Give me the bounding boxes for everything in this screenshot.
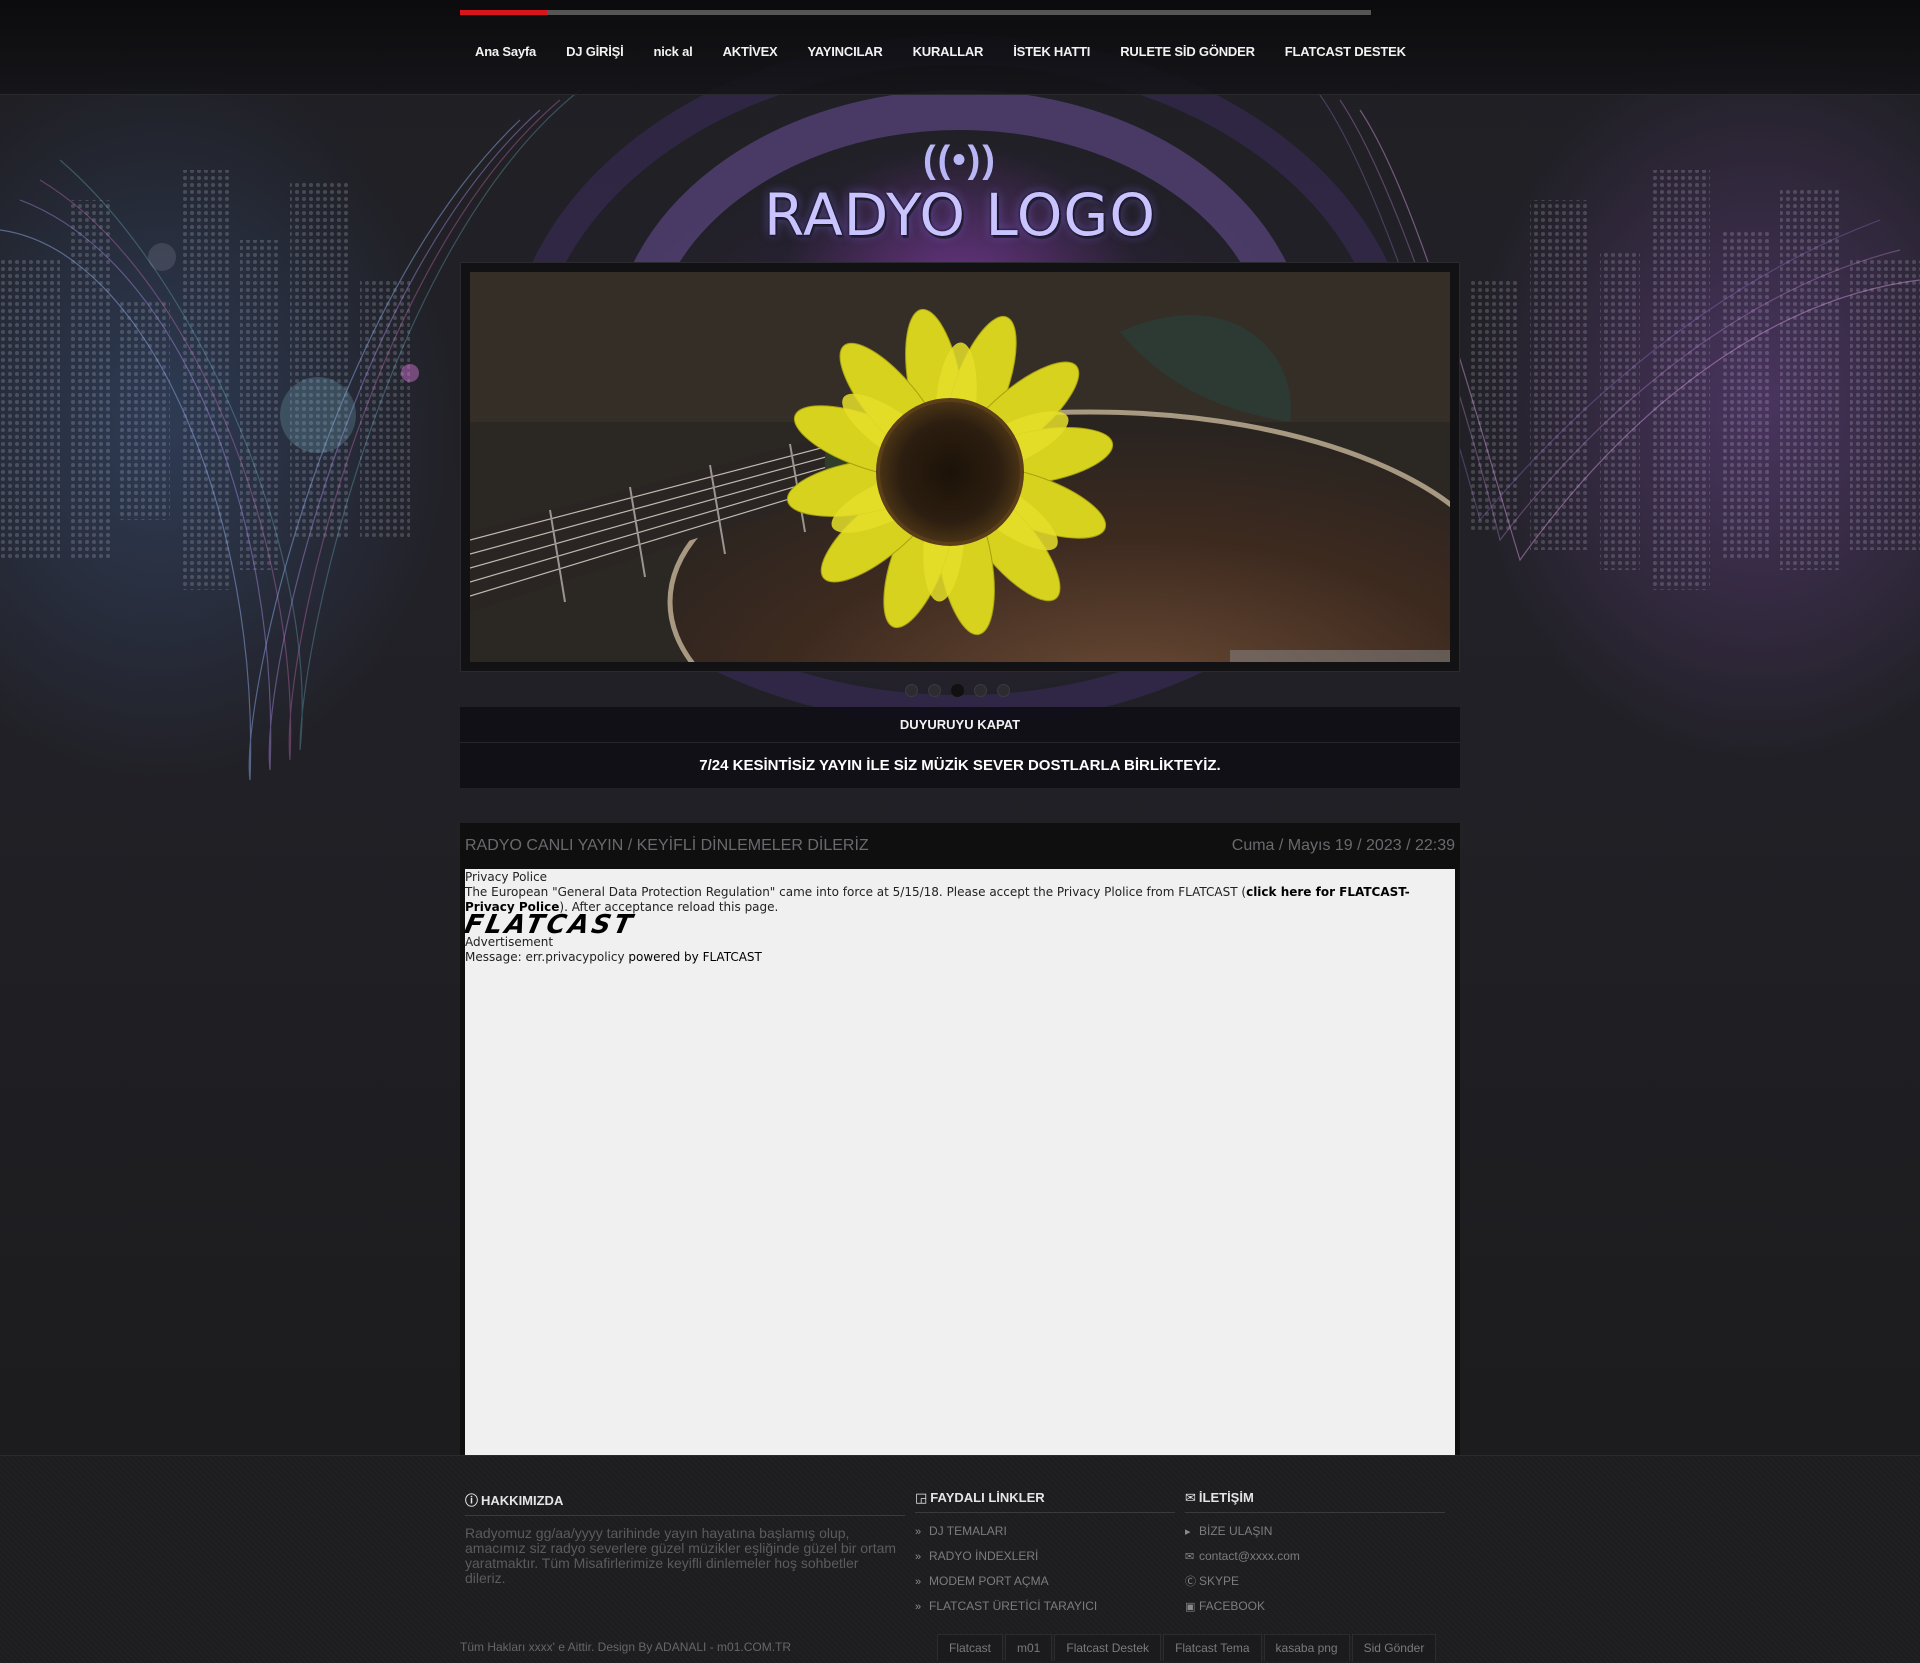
nav-item-nick-al[interactable]: nick al xyxy=(639,44,708,59)
close-announcement-button[interactable]: DUYURUYU KAPAT xyxy=(460,707,1460,743)
info-icon: ⓘ xyxy=(465,1493,479,1508)
double-chevron-icon: » xyxy=(915,1601,922,1613)
envelope-icon: ✉ xyxy=(1185,1551,1195,1563)
bottom-link-sid-gonder[interactable]: Sid Gönder xyxy=(1351,1634,1437,1661)
caret-icon: ▸ xyxy=(1185,1526,1191,1538)
error-message: Message: err.privacypolicy powered by FL… xyxy=(465,950,1455,965)
site-logo[interactable]: ((•)) RADYO LOGO xyxy=(760,140,1160,255)
contact-facebook[interactable]: ▣ FACEBOOK xyxy=(1185,1594,1445,1619)
bottom-link-m01[interactable]: m01 xyxy=(1005,1634,1053,1661)
nav-item-yayincilar[interactable]: YAYINCILAR xyxy=(793,44,898,59)
footer-bottom-links: Flatcast m01 Flatcast Destek Flatcast Te… xyxy=(937,1634,1437,1661)
error-message-text: Message: err.privacypolicy xyxy=(465,950,625,964)
main-menu: Ana Sayfa DJ GİRİŞİ nick al AKTİVEX YAYI… xyxy=(460,44,1421,59)
footer-link-label: FLATCAST ÜRETİCİ TARAYICI xyxy=(929,1599,1098,1613)
double-chevron-icon: » xyxy=(915,1576,922,1588)
slider-dot-1[interactable] xyxy=(905,684,918,697)
contact-skype[interactable]: Ⓒ SKYPE xyxy=(1185,1569,1445,1594)
privacy-notice-text: The European "General Data Protection Re… xyxy=(465,885,1247,899)
contact-label: FACEBOOK xyxy=(1199,1599,1266,1613)
useful-links-list: » DJ TEMALARI » RADYO İNDEXLERİ » MODEM POR… xyxy=(915,1519,1175,1619)
flatcast-embed-frame: Privacy Police The European "General Dat… xyxy=(462,869,1457,1469)
slider-pagination xyxy=(905,684,1010,697)
footer-about: ⓘ HAKKIMIZDA Radyomuz gg/aa/yyyy tarihind… xyxy=(465,1490,905,1586)
nav-item-istek-hatti[interactable]: İSTEK HATTI xyxy=(998,44,1105,59)
flatcast-logo[interactable]: FLATCAST xyxy=(462,910,1457,940)
copyright-text: Tüm Hakları xxxx' e Aittir. Design By AD… xyxy=(460,1640,792,1654)
contact-heading-label: İLETİŞİM xyxy=(1198,1490,1254,1505)
contact-list: ▸ BİZE ULAŞIN ✉ contact@xxxx.com Ⓒ SKYPE ▣ F… xyxy=(1185,1519,1445,1619)
powered-by-text: powered by FLATCAST xyxy=(624,950,762,964)
contact-heading: ✉ İLETİŞİM xyxy=(1185,1490,1445,1513)
double-chevron-icon: » xyxy=(915,1526,922,1538)
panel-header: RADYO CANLI YAYIN / KEYİFLİ DİNLEMELER D… xyxy=(460,823,1460,869)
nav-item-ana-sayfa[interactable]: Ana Sayfa xyxy=(460,44,551,59)
links-heading-label: FAYDALI LİNKLER xyxy=(930,1490,1045,1505)
sunflower-guitar-image xyxy=(470,272,1450,662)
slider-dot-4[interactable] xyxy=(974,684,987,697)
slider-dot-2[interactable] xyxy=(928,684,941,697)
nav-item-dj-girisi[interactable]: DJ GİRİŞİ xyxy=(551,44,638,59)
footer-link-label: DJ TEMALARI xyxy=(929,1524,1007,1538)
contact-bize-ulasin[interactable]: ▸ BİZE ULAŞIN xyxy=(1185,1519,1445,1544)
facebook-icon: ▣ xyxy=(1185,1601,1196,1613)
skype-icon: Ⓒ xyxy=(1185,1576,1196,1588)
announcement-box: DUYURUYU KAPAT 7/24 KESİNTİSİZ YAYIN İLE… xyxy=(460,707,1460,788)
about-heading-label: HAKKIMIZDA xyxy=(481,1493,564,1508)
contact-label: BİZE ULAŞIN xyxy=(1199,1524,1273,1538)
progress-bar xyxy=(460,10,1371,15)
sitemap-icon: ◲ xyxy=(915,1490,928,1505)
footer-contact: ✉ İLETİŞİM ▸ BİZE ULAŞIN ✉ contact@xxxx.com… xyxy=(1185,1490,1445,1619)
footer-link-label: RADYO İNDEXLERİ xyxy=(929,1549,1039,1563)
about-heading: ⓘ HAKKIMIZDA xyxy=(465,1490,905,1516)
nav-item-flatcast-destek[interactable]: FLATCAST DESTEK xyxy=(1270,44,1421,59)
bottom-link-flatcast-destek[interactable]: Flatcast Destek xyxy=(1054,1634,1162,1661)
nav-item-kurallar[interactable]: KURALLAR xyxy=(898,44,999,59)
broadcast-icon: ((•)) xyxy=(923,139,997,181)
top-navigation-bar: Ana Sayfa DJ GİRİŞİ nick al AKTİVEX YAYI… xyxy=(0,0,1920,95)
footer-link-dj-temalari[interactable]: » DJ TEMALARI xyxy=(915,1519,1175,1544)
image-slider[interactable] xyxy=(460,262,1460,672)
footer-useful-links: ◲ FAYDALI LİNKLER » DJ TEMALARI » RADYO İND… xyxy=(915,1490,1175,1619)
footer-link-radyo-indexleri[interactable]: » RADYO İNDEXLERİ xyxy=(915,1544,1175,1569)
bottom-link-kasaba-png[interactable]: kasaba png xyxy=(1263,1634,1350,1661)
logo-text: RADYO LOGO xyxy=(764,181,1156,249)
nav-item-aktivex[interactable]: AKTİVEX xyxy=(708,44,793,59)
panel-title: RADYO CANLI YAYIN / KEYİFLİ DİNLEMELER D… xyxy=(465,837,869,854)
contact-label: SKYPE xyxy=(1199,1574,1240,1588)
footer-link-flatcast-uretici[interactable]: » FLATCAST ÜRETİCİ TARAYICI xyxy=(915,1594,1175,1619)
contact-email[interactable]: ✉ contact@xxxx.com xyxy=(1185,1544,1445,1569)
slide-image xyxy=(470,272,1450,662)
double-chevron-icon: » xyxy=(915,1551,922,1563)
envelope-icon: ✉ xyxy=(1185,1490,1196,1505)
links-heading: ◲ FAYDALI LİNKLER xyxy=(915,1490,1175,1513)
current-date: Cuma / Mayıs 19 / 2023 / 22:39 xyxy=(1231,837,1455,854)
nav-item-rulete-sid-gonder[interactable]: RULETE SİD GÖNDER xyxy=(1105,44,1270,59)
bottom-link-flatcast-tema[interactable]: Flatcast Tema xyxy=(1163,1634,1262,1661)
about-text: Radyomuz gg/aa/yyyy tarihinde yayın haya… xyxy=(465,1525,897,1586)
bottom-link-flatcast[interactable]: Flatcast xyxy=(937,1634,1004,1661)
contact-label: contact@xxxx.com xyxy=(1199,1549,1300,1563)
footer-link-label: MODEM PORT AÇMA xyxy=(929,1574,1049,1588)
announcement-message: 7/24 KESİNTİSİZ YAYIN İLE SİZ MÜZİK SEVE… xyxy=(699,757,1221,774)
slider-dot-3[interactable] xyxy=(951,684,964,697)
footer-link-modem-port[interactable]: » MODEM PORT AÇMA xyxy=(915,1569,1175,1594)
live-broadcast-panel: RADYO CANLI YAYIN / KEYİFLİ DİNLEMELER D… xyxy=(460,823,1460,1473)
slider-dot-5[interactable] xyxy=(997,684,1010,697)
progress-fill xyxy=(460,10,548,15)
privacy-heading: Privacy Police xyxy=(465,870,548,884)
